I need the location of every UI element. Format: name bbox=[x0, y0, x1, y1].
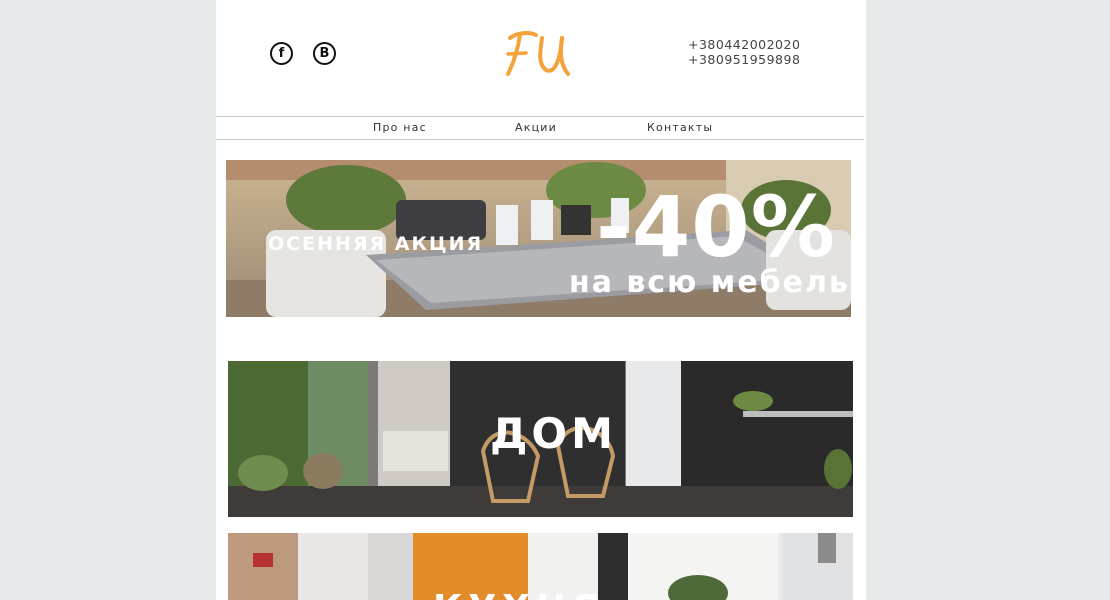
home-banner-title: ДОМ bbox=[490, 409, 617, 458]
phone-list: +380442002020 +380951959898 bbox=[688, 37, 800, 67]
page-container: f B +380442002020 +380951959898 Про нас … bbox=[216, 0, 866, 600]
logo-icon bbox=[506, 31, 570, 76]
logo[interactable] bbox=[496, 26, 576, 82]
promo-subtitle: ОСЕННЯЯ АКЦИЯ bbox=[268, 233, 484, 255]
kitchen-category-banner[interactable]: КУХНЯ bbox=[228, 533, 853, 600]
promo-banner[interactable]: ОСЕННЯЯ АКЦИЯ -40% на всю мебель bbox=[226, 160, 851, 317]
promo-caption: на всю мебель bbox=[569, 265, 850, 300]
promo-discount: -40% bbox=[596, 178, 836, 276]
home-category-banner[interactable]: ДОМ bbox=[228, 361, 853, 517]
facebook-icon[interactable]: f bbox=[270, 42, 293, 65]
main-nav: Про нас Акции Контакты bbox=[216, 117, 864, 139]
nav-item-about[interactable]: Про нас bbox=[373, 121, 427, 134]
phone-number[interactable]: +380442002020 bbox=[688, 37, 800, 52]
vk-icon[interactable]: B bbox=[313, 42, 336, 65]
nav-item-contacts[interactable]: Контакты bbox=[647, 121, 713, 134]
nav-bottom-divider bbox=[216, 139, 864, 140]
kitchen-banner-title: КУХНЯ bbox=[433, 588, 606, 600]
phone-number[interactable]: +380951959898 bbox=[688, 52, 800, 67]
nav-item-promotions[interactable]: Акции bbox=[515, 121, 557, 134]
